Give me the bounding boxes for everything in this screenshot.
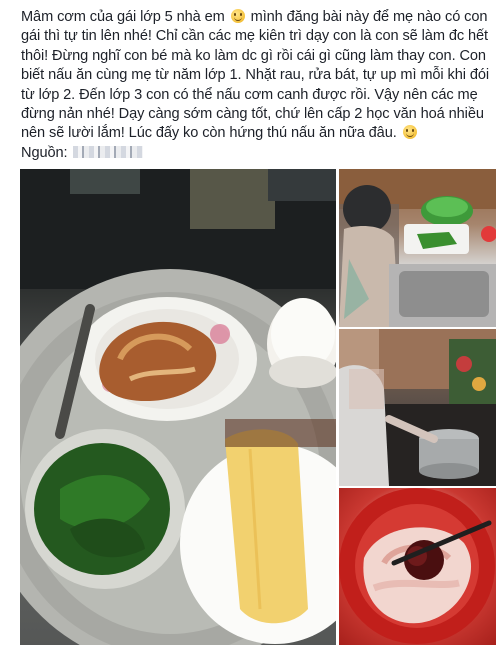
smiley-icon [230, 9, 245, 23]
meal-tray-illustration [20, 169, 336, 645]
post-body: Mâm cơm của gái lớp 5 nhà em mình đăng b… [21, 8, 491, 163]
post-message-part2: mình đăng bài này để mẹ nào có con gái t… [21, 9, 490, 142]
photo-grid [20, 169, 496, 645]
blurred-source-name[interactable] [73, 145, 144, 158]
kitchen-sink-illustration [339, 169, 496, 327]
meal-tray-photo[interactable] [20, 169, 336, 645]
source-line: Nguồn: [21, 144, 491, 163]
stove-pot-photo[interactable] [339, 329, 496, 486]
meat-bowl-illustration [339, 488, 495, 644]
meat-bowl-photo[interactable] [339, 488, 496, 645]
post-message: Mâm cơm của gái lớp 5 nhà em mình đăng b… [21, 8, 491, 144]
post-message-part1: Mâm cơm của gái lớp 5 nhà em [21, 9, 225, 25]
smiley-icon [402, 125, 417, 140]
source-label: Nguồn: [21, 144, 68, 161]
stove-pot-illustration [339, 329, 496, 486]
kitchen-sink-photo[interactable] [339, 169, 496, 327]
